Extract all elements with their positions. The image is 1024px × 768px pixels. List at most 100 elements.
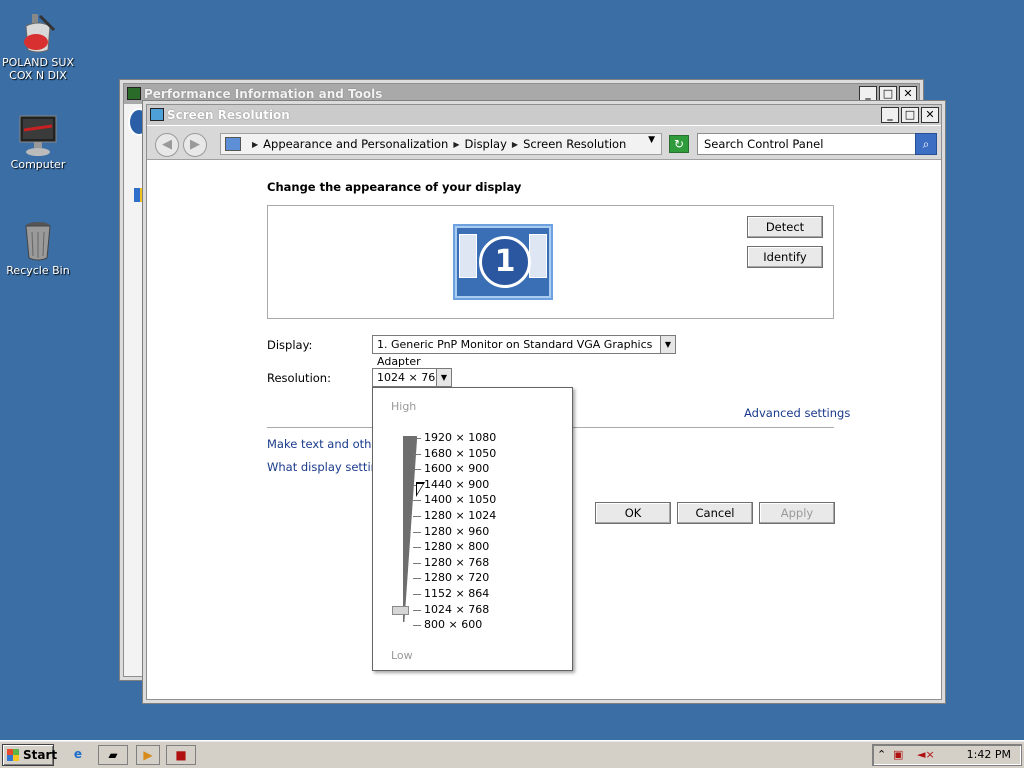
chevron-down-icon[interactable]: ▼ xyxy=(648,135,655,145)
display-select-value: 1. Generic PnP Monitor on Standard VGA G… xyxy=(377,338,653,368)
resolution-select[interactable]: 1024 × 768 ▼ xyxy=(372,368,452,387)
monitor-window-icon xyxy=(529,234,547,278)
breadcrumb-item[interactable]: Display xyxy=(465,137,507,151)
slider-tick xyxy=(413,500,421,502)
high-label: High xyxy=(391,400,417,413)
control-panel-icon xyxy=(150,108,164,121)
close-button[interactable]: ✕ xyxy=(921,107,939,123)
display-select[interactable]: 1. Generic PnP Monitor on Standard VGA G… xyxy=(372,335,676,368)
screen-resolution-titlebar[interactable]: Screen Resolution _ □ ✕ xyxy=(147,105,941,125)
desktop-icon-label: COX N DIX xyxy=(9,69,67,82)
desktop-icon-recycle-bin[interactable]: Recycle Bin xyxy=(0,220,76,277)
slider-tick xyxy=(413,531,421,533)
desktop-icon-computer[interactable]: Computer xyxy=(0,114,76,171)
slider-tick xyxy=(413,547,421,549)
slider-tick xyxy=(413,516,421,517)
volume-muted-icon[interactable]: ◄× xyxy=(917,748,935,762)
maximize-button[interactable]: □ xyxy=(879,86,897,102)
monitor-1[interactable]: 1 xyxy=(453,224,553,300)
maximize-button[interactable]: □ xyxy=(901,107,919,123)
resolution-option[interactable]: 1680 × 1050 xyxy=(424,447,496,460)
breadcrumb-separator-icon[interactable]: ▶ xyxy=(252,140,258,149)
slider-tick xyxy=(413,438,421,439)
slider-tick xyxy=(413,578,421,580)
resolution-option[interactable]: 1440 × 900 xyxy=(424,478,489,491)
minimize-button[interactable]: _ xyxy=(881,107,899,123)
resolution-option[interactable]: 1280 × 800 xyxy=(424,540,489,553)
task-window-icon[interactable]: ■ xyxy=(166,745,196,765)
performance-window-titlebar[interactable]: Performance Information and Tools _ □ ✕ xyxy=(124,84,919,104)
back-button[interactable]: ◀ xyxy=(155,133,179,157)
mouse-cursor-icon xyxy=(416,482,425,497)
forward-button[interactable]: ▶ xyxy=(183,133,207,157)
resolution-slider-thumb[interactable] xyxy=(392,605,409,615)
minimize-button[interactable]: _ xyxy=(859,86,877,102)
resolution-option[interactable]: 1280 × 960 xyxy=(424,525,489,538)
ok-button[interactable]: OK xyxy=(595,502,671,524)
slider-tick xyxy=(413,453,421,455)
display-label: Display: xyxy=(267,338,313,352)
breadcrumb-item[interactable]: Appearance and Personalization xyxy=(263,137,448,151)
monitor-number: 1 xyxy=(479,236,531,288)
breadcrumb-item[interactable]: Screen Resolution xyxy=(523,137,626,151)
desktop-icon-poland[interactable]: POLAND SUX COX N DIX xyxy=(0,12,76,82)
breadcrumb-separator-icon[interactable]: ▶ xyxy=(512,140,518,149)
search-icon[interactable]: ⌕ xyxy=(915,133,937,155)
taskbar: Start e ▰ ▶ ■ ⌃ ▣ ◄× 1:42 PM xyxy=(0,740,1024,768)
shield-icon xyxy=(134,188,146,202)
fire-extinguisher-icon xyxy=(18,12,58,53)
chevron-down-icon[interactable]: ▼ xyxy=(436,369,451,386)
resolution-option[interactable]: 800 × 600 xyxy=(424,618,482,631)
search-placeholder: Search Control Panel xyxy=(704,137,824,151)
close-button[interactable]: ✕ xyxy=(899,86,917,102)
resolution-option[interactable]: 1600 × 900 xyxy=(424,462,489,475)
page-heading: Change the appearance of your display xyxy=(267,180,522,194)
desktop-icon-label: POLAND SUX xyxy=(2,56,74,69)
search-input[interactable]: Search Control Panel ⌕ xyxy=(697,133,937,155)
low-label: Low xyxy=(391,649,413,662)
refresh-button[interactable]: ↻ xyxy=(669,135,689,153)
media-player-icon[interactable]: ▶ xyxy=(136,745,160,765)
computer-icon xyxy=(18,114,58,156)
resolution-option[interactable]: 1152 × 864 xyxy=(424,587,489,600)
display-preview: 1 Detect Identify xyxy=(267,205,834,319)
advanced-settings-link[interactable]: Advanced settings xyxy=(744,406,850,420)
resolution-option[interactable]: 1280 × 768 xyxy=(424,556,489,569)
detect-button[interactable]: Detect xyxy=(747,216,823,238)
start-label: Start xyxy=(23,748,58,762)
window-title: Performance Information and Tools xyxy=(144,87,383,101)
resolution-option[interactable]: 1280 × 1024 xyxy=(424,509,496,522)
chevron-down-icon[interactable]: ▼ xyxy=(660,336,675,353)
address-bar[interactable]: ▶ Appearance and Personalization ▶ Displ… xyxy=(220,133,662,155)
internet-explorer-icon[interactable]: e xyxy=(66,745,90,765)
performance-icon xyxy=(127,87,141,100)
apply-button[interactable]: Apply xyxy=(759,502,835,524)
control-panel-icon xyxy=(225,137,241,151)
window-title: Screen Resolution xyxy=(167,108,290,122)
navigation-bar: ◀ ▶ ▶ Appearance and Personalization ▶ D… xyxy=(147,126,941,160)
resolution-label: Resolution: xyxy=(267,371,331,385)
slider-tick xyxy=(413,594,421,595)
folder-icon[interactable]: ▰ xyxy=(98,745,128,765)
chevron-up-icon[interactable]: ⌃ xyxy=(877,748,886,762)
monitor-window-icon xyxy=(459,234,477,278)
desktop-icon-label: Computer xyxy=(10,158,66,171)
windows-logo-icon xyxy=(7,749,19,761)
slider-tick xyxy=(413,469,421,471)
resolution-option[interactable]: 1024 × 768 xyxy=(424,603,489,616)
network-icon[interactable]: ▣ xyxy=(893,748,903,762)
resolution-option[interactable]: 1400 × 1050 xyxy=(424,493,496,506)
desktop-icon-label: Recycle Bin xyxy=(6,264,70,277)
slider-tick xyxy=(413,609,421,611)
slider-tick xyxy=(413,625,421,627)
resolution-select-value: 1024 × 768 xyxy=(377,371,443,384)
breadcrumb-separator-icon[interactable]: ▶ xyxy=(453,140,459,149)
start-button[interactable]: Start xyxy=(2,744,58,766)
identify-button[interactable]: Identify xyxy=(747,246,823,268)
clock[interactable]: 1:42 PM xyxy=(967,745,1011,765)
resolution-dropdown[interactable]: High 1920 × 1080 1680 × 1050 1600 × 900 144… xyxy=(372,387,573,671)
resolution-option[interactable]: 1920 × 1080 xyxy=(424,431,496,444)
recycle-bin-icon xyxy=(18,220,58,261)
resolution-option[interactable]: 1280 × 720 xyxy=(424,571,489,584)
cancel-button[interactable]: Cancel xyxy=(677,502,753,524)
